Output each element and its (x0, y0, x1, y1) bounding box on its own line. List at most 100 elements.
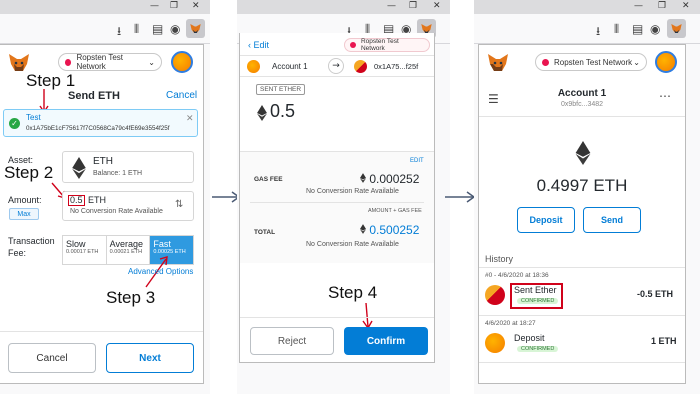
network-status-dot (65, 58, 72, 66)
confirm-popup: ‹ Edit Ropsten Test Network Account 1 → … (239, 33, 435, 363)
network-name: Ropsten Test Network (360, 38, 399, 52)
recipient-card[interactable]: ✓ Test 0x1A75bE1cF75617f7C0568Ca79c4fE69… (3, 109, 198, 137)
from-account: Account 1 (272, 62, 308, 71)
edit-gas-link[interactable]: EDIT (410, 158, 424, 164)
details-section: EDIT GAS FEE 0.000252 No Conversion Rate… (240, 151, 434, 263)
ethereum-icon (72, 157, 86, 179)
send-amount: 0.5 (270, 101, 296, 121)
minimize-icon[interactable]: — (634, 1, 643, 11)
window-titlebar: — ❐ ✕ (0, 0, 210, 14)
download-icon[interactable]: ⭳ (117, 22, 121, 43)
advanced-options-link[interactable]: Advanced Options (128, 267, 193, 276)
restore-icon[interactable]: ❐ (658, 1, 666, 11)
history-heading: History (485, 254, 514, 264)
transaction-meta: #0 - 4/6/2020 at 18:36 (485, 272, 549, 279)
account-icon[interactable]: ◉ (170, 22, 180, 36)
library-icon[interactable]: ⫴ (134, 22, 139, 37)
more-options-icon[interactable]: ⋯ (659, 89, 671, 103)
transaction-meta: 4/6/2020 at 18:27 (485, 320, 536, 327)
recipient-name: Test (26, 113, 41, 122)
network-status-dot (350, 42, 356, 48)
sender-recipient-bar: Account 1 → 0x1A75...f25f (240, 55, 434, 77)
account-name: Account 1 (557, 88, 607, 99)
download-icon[interactable]: ⭳ (596, 22, 600, 43)
library-icon[interactable]: ⫴ (614, 22, 619, 37)
asset-selector[interactable]: ETH Balance: 1 ETH (62, 151, 194, 183)
gas-fee-amount: 0.000252 (369, 172, 420, 186)
send-button[interactable]: Send (583, 207, 641, 233)
window-titlebar: — ❐ ✕ (237, 0, 450, 14)
avatar[interactable] (171, 51, 193, 73)
sidebar-icon[interactable]: ▤ (632, 22, 643, 36)
edit-link[interactable]: ‹ Edit (248, 40, 269, 50)
max-button[interactable]: Max (9, 208, 39, 220)
restore-icon[interactable]: ❐ (409, 1, 417, 11)
deposit-button[interactable]: Deposit (517, 207, 575, 233)
minimize-icon[interactable]: — (387, 1, 396, 11)
step-4-annotation: Step 4 (328, 283, 378, 302)
step-1-annotation: Step 1 (26, 71, 76, 90)
transaction-row[interactable]: 4/6/2020 at 18:27 Deposit CONFIRMED 1 ET… (479, 317, 685, 363)
chevron-down-icon: ⌄ (148, 57, 155, 67)
page-title: Send ETH (68, 90, 120, 102)
amount-label: Amount: (8, 195, 42, 205)
gas-conversion-note: No Conversion Rate Available (306, 188, 399, 195)
conversion-note: No Conversion Rate Available (70, 208, 163, 215)
fee-option-name: Slow (66, 239, 86, 249)
account-address[interactable]: 0x9bfc...3482 (479, 101, 685, 108)
to-address: 0x1A75...f25f (374, 62, 419, 71)
sent-ether-badge: SENT ETHER (256, 84, 306, 95)
minimize-icon[interactable]: — (150, 1, 159, 11)
transaction-avatar (485, 333, 505, 353)
browser-toolbar: ⭳ ⫴ ▤ ◉ (0, 14, 210, 44)
browser-toolbar: ⭳ ⫴ ▤ ◉ (474, 14, 700, 44)
metamask-extension-icon[interactable] (186, 19, 205, 38)
confirm-button[interactable]: Confirm (344, 327, 428, 355)
transaction-row[interactable]: #0 - 4/6/2020 at 18:36 Sent Ether CONFIR… (479, 268, 685, 316)
close-icon[interactable]: ✕ (433, 1, 441, 11)
avatar[interactable] (655, 51, 677, 73)
sidebar-icon[interactable]: ▤ (152, 22, 163, 36)
ethereum-icon (360, 224, 366, 234)
swap-icon[interactable]: ⇅ (175, 199, 183, 210)
check-circle-icon: ✓ (9, 118, 20, 129)
account-icon[interactable]: ◉ (650, 22, 660, 36)
next-button[interactable]: Next (106, 343, 194, 373)
close-icon[interactable]: ✕ (186, 113, 194, 124)
transaction-amount: -0.5 ETH (637, 289, 674, 299)
network-name: Ropsten Test Network (76, 53, 123, 71)
footer-divider (240, 317, 434, 318)
gas-fee-label: GAS FEE (254, 176, 283, 183)
close-icon[interactable]: ✕ (682, 1, 690, 11)
transaction-avatar (485, 285, 505, 305)
reject-button[interactable]: Reject (250, 327, 334, 355)
network-selector[interactable]: Ropsten Test Network ⌄ (535, 53, 647, 71)
metamask-extension-icon[interactable] (667, 19, 686, 38)
network-selector[interactable]: Ropsten Test Network ⌄ (58, 53, 162, 71)
right-panel: — ❐ ✕ ⭳ ⫴ ▤ ◉ Ropsten Test Network ⌄ ☰ A… (474, 0, 700, 394)
cancel-button[interactable]: Cancel (8, 343, 96, 373)
metamask-logo-icon (488, 54, 508, 71)
send-popup: Ropsten Test Network ⌄ Step 1 Send ETH C… (0, 44, 204, 384)
footer-divider (0, 331, 203, 332)
network-indicator: Ropsten Test Network (344, 38, 430, 52)
arrow-right-icon: → (328, 58, 344, 74)
cancel-link[interactable]: Cancel (166, 90, 197, 101)
amount-field[interactable]: 0.5 ETH No Conversion Rate Available ⇅ (62, 191, 194, 221)
transaction-title: Sent Ether (514, 285, 557, 295)
total-amount: 0.500252 (369, 223, 420, 237)
fee-option-slow[interactable]: Slow 0.00017 ETH (63, 236, 107, 264)
close-icon[interactable]: ✕ (192, 1, 200, 11)
middle-panel: — ❐ ✕ ⭳ ⫴ ▤ ◉ ‹ Edit Ropsten Test Networ… (237, 0, 450, 394)
asset-balance: Balance: 1 ETH (93, 170, 143, 177)
restore-icon[interactable]: ❐ (170, 1, 178, 11)
window-titlebar: — ❐ ✕ (474, 0, 700, 14)
account-header: ☰ Account 1 0x9bfc...3482 ⋯ (479, 83, 685, 117)
transaction-title: Deposit (514, 333, 545, 343)
amount-value: 0.5 (70, 195, 83, 205)
ethereum-icon (360, 173, 366, 183)
summary-section: SENT ETHER 0.5 (240, 77, 434, 135)
chevron-down-icon: ⌄ (633, 57, 640, 67)
ethereum-icon (257, 105, 267, 121)
recipient-address: 0x1A75bE1cF75617f7C0568Ca79c4fE69e3554f2… (26, 125, 170, 132)
